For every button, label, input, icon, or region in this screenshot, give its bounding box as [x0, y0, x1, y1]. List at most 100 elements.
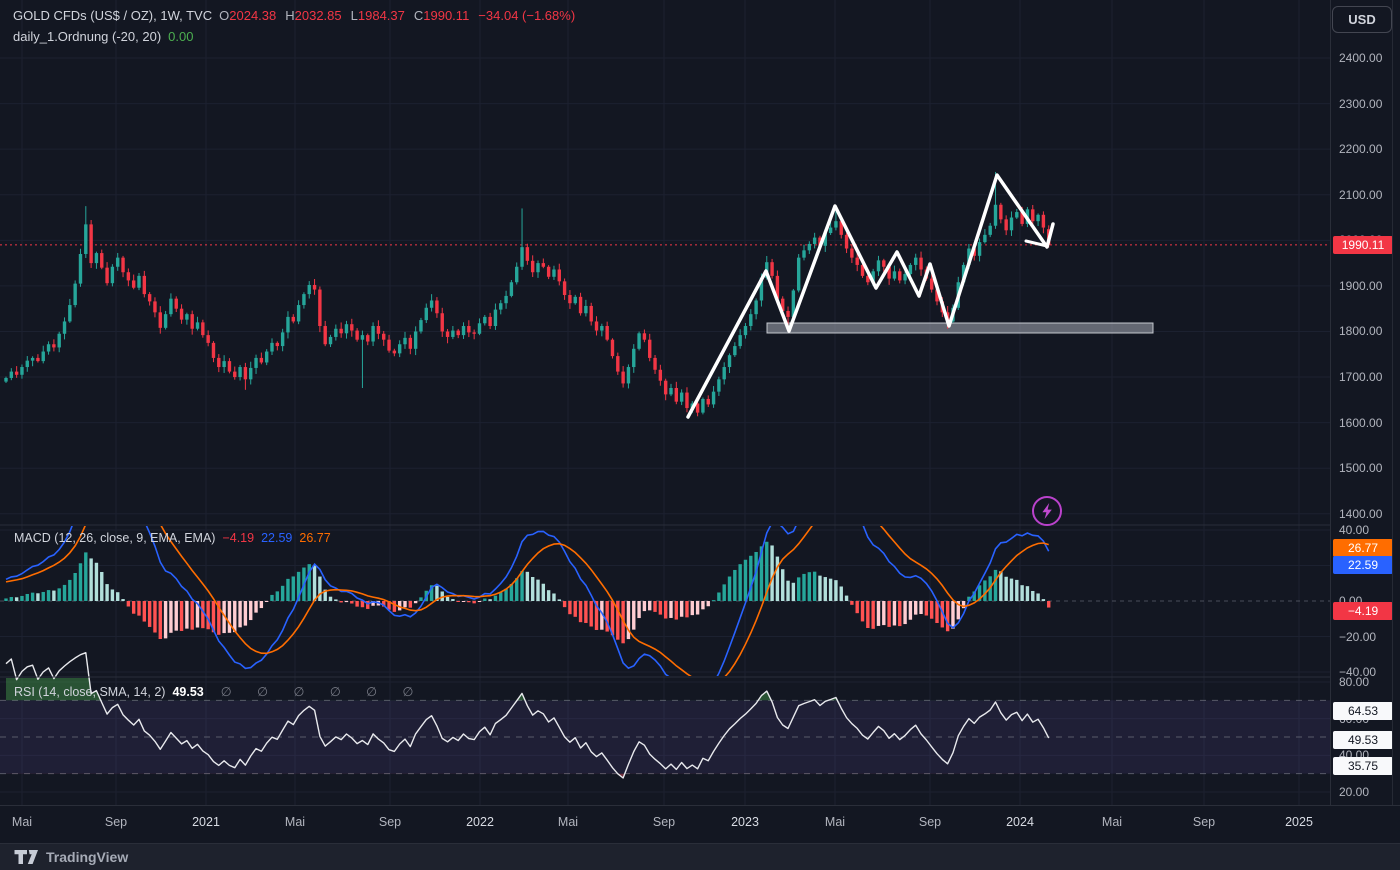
macd-histogram-bar — [887, 601, 890, 627]
candle-body — [770, 262, 773, 276]
ordnung-legend-row: daily_1.Ordnung (-20, 20)0.00 — [13, 29, 200, 44]
candle-body — [989, 226, 992, 235]
macd-legend-row: MACD (12, 26, close, 9, EMA, EMA)−4.1922… — [14, 531, 338, 545]
rsi-indicator-label[interactable]: RSI (14, close, SMA, 14, 2) — [14, 685, 165, 699]
candles-series[interactable] — [4, 172, 1050, 416]
macd-histogram-bar — [659, 601, 662, 615]
axis-value-badge: 35.75 — [1333, 757, 1393, 775]
candle-body — [175, 299, 178, 309]
support-zone-rectangle[interactable] — [767, 323, 1153, 333]
macd-histogram-bar — [776, 557, 779, 601]
rsi-axis-label: 80.00 — [1339, 675, 1369, 689]
macd-histogram-bar — [701, 601, 704, 609]
macd-histogram-bar — [696, 601, 699, 615]
macd-histogram-bar — [169, 601, 172, 633]
macd-pane[interactable] — [4, 466, 1050, 694]
macd-histogram-bar — [457, 601, 460, 602]
price-axis-label: 2400.00 — [1339, 51, 1382, 65]
macd-histogram-bar — [723, 584, 726, 601]
macd-histogram-bar — [1042, 599, 1045, 601]
candle-body — [15, 372, 18, 375]
candle-body — [276, 343, 279, 346]
macd-histogram-bar — [201, 601, 204, 628]
candle-body — [217, 358, 220, 367]
macd-histogram-bar — [893, 601, 896, 625]
candle-body — [611, 340, 614, 356]
candle-body — [994, 205, 997, 226]
macd-axis-label: 40.00 — [1339, 523, 1369, 537]
candle-body — [845, 235, 848, 249]
price-axis[interactable]: 2400.002300.002200.002100.002000.001900.… — [1330, 0, 1400, 805]
time-axis-month-label: Mai — [558, 815, 578, 829]
candle-body — [893, 271, 896, 278]
macd-histogram-bar — [808, 572, 811, 601]
candle-body — [244, 367, 247, 379]
candle-body — [222, 361, 225, 367]
macd-histogram-bar — [781, 569, 784, 601]
candle-body — [499, 303, 502, 309]
macd-histogram-bar — [563, 601, 566, 607]
ohlc-close: C1990.11 — [414, 8, 469, 23]
macd-histogram-bar — [983, 580, 986, 601]
macd-histogram-bar — [47, 590, 50, 601]
macd-histogram-bar — [238, 601, 241, 627]
candle-body — [685, 393, 688, 408]
candle-body — [371, 326, 374, 341]
candle-body — [393, 351, 396, 354]
macd-histogram-bar — [63, 585, 66, 601]
candle-body — [441, 313, 444, 331]
macd-histogram-bar — [786, 581, 789, 601]
price-axis-label: 2300.00 — [1339, 97, 1382, 111]
macd-histogram-bar — [127, 601, 130, 606]
macd-histogram-bar — [26, 594, 29, 601]
macd-histogram-bar — [31, 593, 34, 601]
candle-body — [749, 314, 752, 326]
symbol-title[interactable]: GOLD CFDs (US$ / OZ), 1W, TVC — [13, 8, 212, 23]
candle-body — [382, 334, 385, 340]
candle-body — [121, 258, 124, 273]
lightning-quick-action-button[interactable] — [1032, 496, 1062, 526]
candle-body — [829, 228, 832, 233]
zigzag-drawing[interactable] — [688, 175, 1053, 417]
macd-histogram-bar — [871, 601, 874, 629]
macd-histogram-bar — [536, 580, 539, 601]
candle-body — [472, 332, 475, 333]
time-axis-month-label: Sep — [653, 815, 675, 829]
candle-body — [595, 321, 598, 330]
candle-body — [355, 331, 358, 340]
macd-indicator-label[interactable]: MACD (12, 26, close, 9, EMA, EMA) — [14, 531, 215, 545]
candle-body — [850, 249, 853, 258]
macd-hist-value: −4.19 — [222, 531, 254, 545]
macd-histogram-bar — [137, 601, 140, 616]
macd-histogram-bar — [946, 601, 949, 631]
macd-histogram-bar — [627, 601, 630, 639]
candle-body — [148, 294, 151, 301]
ohlc-open: O2024.38 — [219, 8, 276, 23]
macd-histogram-bar — [792, 583, 795, 601]
candle-body — [10, 372, 13, 378]
candle-body — [483, 317, 486, 323]
rsi-value: 49.53 — [172, 685, 203, 699]
macd-histogram-bar — [73, 573, 76, 601]
candle-body — [180, 309, 183, 320]
footer-bar: TradingView — [0, 843, 1400, 870]
tradingview-logo-icon[interactable] — [14, 849, 39, 865]
ordnung-indicator-label[interactable]: daily_1.Ordnung (-20, 20) — [13, 29, 161, 44]
candle-body — [520, 247, 523, 267]
macd-histogram-bar — [159, 601, 162, 639]
candle-body — [153, 301, 156, 312]
candle-body — [584, 306, 587, 313]
price-axis-label: 1900.00 — [1339, 279, 1382, 293]
candle-body — [813, 238, 816, 244]
candle-body — [329, 337, 332, 344]
tradingview-brand-text[interactable]: TradingView — [46, 849, 128, 865]
macd-histogram-bar — [20, 596, 23, 601]
candle-body — [1036, 215, 1039, 221]
candle-body — [568, 295, 571, 303]
macd-histogram-bar — [877, 601, 880, 626]
time-axis[interactable]: MaiSep2021MaiSep2022MaiSep2023MaiSep2024… — [0, 805, 1400, 844]
macd-histogram-bar — [547, 590, 550, 601]
candle-body — [58, 334, 61, 348]
macd-histogram-bar — [829, 579, 832, 601]
currency-usd-button[interactable]: USD — [1332, 6, 1392, 33]
